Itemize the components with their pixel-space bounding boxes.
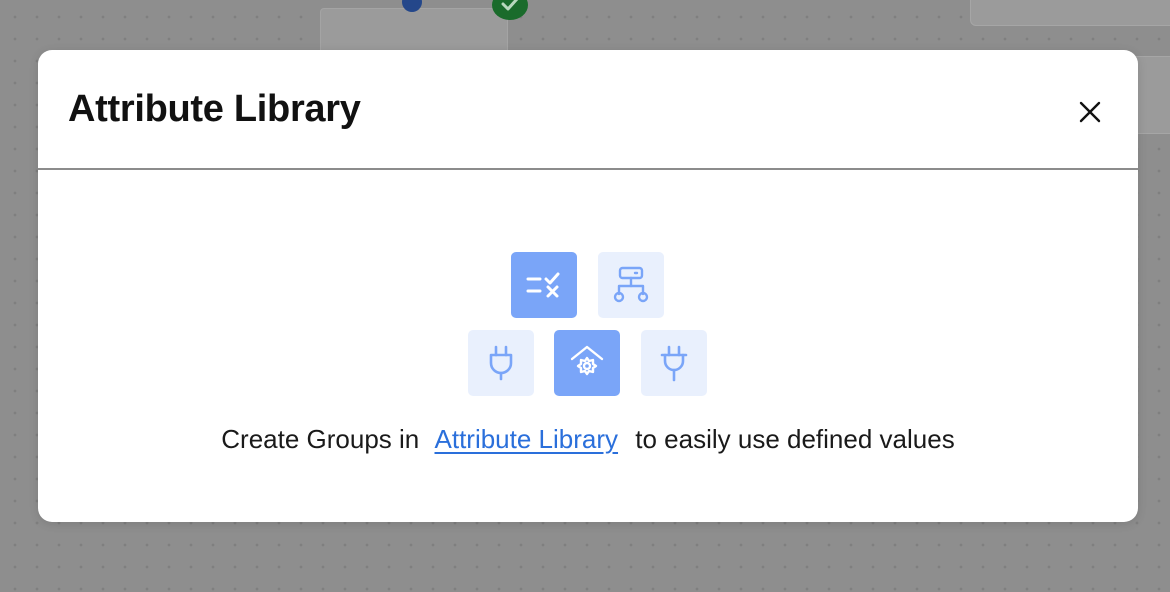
background-toolbar-panel — [970, 0, 1170, 26]
plug-tile-left — [468, 330, 534, 396]
plug-icon — [660, 345, 688, 382]
home-gear-icon — [570, 345, 604, 376]
home-gear-tile — [554, 330, 620, 396]
message-prefix: Create Groups in — [221, 424, 420, 454]
network-icon — [613, 266, 649, 303]
attribute-library-link[interactable]: Attribute Library — [435, 424, 619, 454]
modal-header: Attribute Library — [38, 50, 1138, 170]
plug-tile-right — [641, 330, 707, 396]
checklist-icon — [526, 272, 560, 298]
empty-state-message: Create Groups in Attribute Library to ea… — [38, 422, 1138, 456]
modal-title: Attribute Library — [68, 88, 361, 130]
checklist-tile — [511, 252, 577, 318]
close-icon — [1079, 101, 1101, 123]
attribute-library-modal: Attribute Library Create Groups in Attri… — [38, 50, 1138, 522]
background-canvas-node — [320, 8, 508, 54]
close-button[interactable] — [1072, 94, 1108, 130]
network-tile — [598, 252, 664, 318]
plug-icon — [489, 345, 513, 381]
message-suffix: to easily use defined values — [635, 424, 955, 454]
